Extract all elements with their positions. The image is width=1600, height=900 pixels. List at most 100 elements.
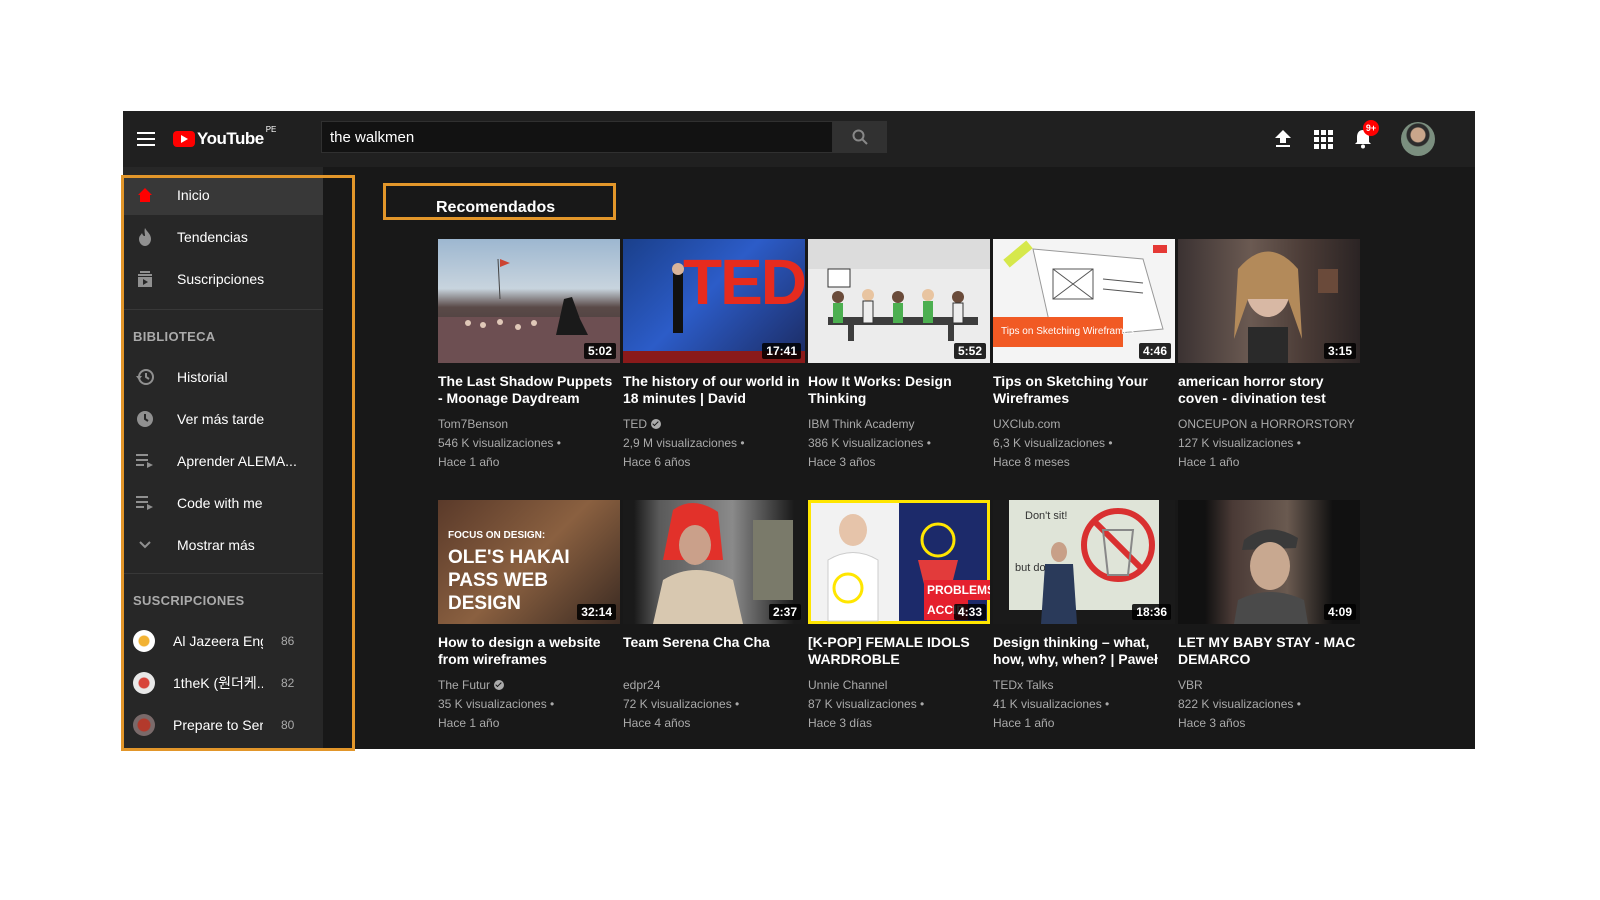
- video-title[interactable]: LET MY BABY STAY - MAC DEMARCO: [1178, 634, 1360, 668]
- video-duration: 4:46: [1138, 343, 1171, 359]
- video-duration: 3:15: [1323, 343, 1356, 359]
- subscription-channel[interactable]: Prepare to Ser... 80: [123, 705, 323, 745]
- view-count: 6,3 K visualizaciones •: [993, 436, 1113, 450]
- video-card[interactable]: Don't sit! but do 18:36 Design thinking …: [993, 500, 1175, 733]
- view-count: 72 K visualizaciones •: [623, 697, 740, 711]
- upload-age: Hace 1 año: [438, 455, 500, 469]
- view-count: 87 K visualizaciones •: [808, 697, 925, 711]
- video-title[interactable]: Tips on Sketching Your Wireframes: [993, 373, 1175, 407]
- video-title[interactable]: The Last Shadow Puppets - Moonage Daydre…: [438, 373, 620, 407]
- channel-avatar: [133, 630, 155, 652]
- sidebar-item-suscripciones[interactable]: Suscripciones: [123, 259, 323, 299]
- notifications-button[interactable]: 9+: [1351, 120, 1379, 151]
- channel-name[interactable]: Tom7Benson: [438, 415, 620, 434]
- sidebar-item-historial[interactable]: Historial: [123, 357, 323, 397]
- video-duration: 18:36: [1132, 604, 1171, 620]
- subscription-channel[interactable]: Al Jazeera Eng... 86: [123, 621, 323, 661]
- channel-name[interactable]: ONCEUPON a HORRORSTORY: [1178, 415, 1360, 434]
- video-thumbnail[interactable]: 5:02: [438, 239, 620, 363]
- user-avatar[interactable]: [1401, 122, 1435, 156]
- video-meta: Unnie Channel 87 K visualizaciones • Hac…: [808, 676, 990, 733]
- video-meta: ONCEUPON a HORRORSTORY 127 K visualizaci…: [1178, 415, 1360, 472]
- sidebar: Inicio Tendencias Suscripciones BIBLIOTE…: [123, 167, 323, 749]
- video-thumbnail[interactable]: 3:15: [1178, 239, 1360, 363]
- channel-name[interactable]: IBM Think Academy: [808, 415, 990, 434]
- video-thumbnail[interactable]: Tips on Sketching Wireframes 4:46: [993, 239, 1175, 363]
- verified-check-icon: [494, 680, 505, 690]
- country-code: PE: [265, 125, 277, 134]
- home-icon: [135, 185, 155, 205]
- search-button[interactable]: [833, 121, 887, 153]
- video-title[interactable]: [K-POP] FEMALE IDOLS WARDROBLE MALFUNCTI…: [808, 634, 990, 668]
- thumbnail-banner: Tips on Sketching Wireframes: [993, 317, 1134, 347]
- video-card[interactable]: 2:37 Team Serena Cha Cha edpr24 72 K vis…: [623, 500, 805, 733]
- sidebar-item-label: Ver más tarde: [177, 411, 265, 427]
- video-thumbnail[interactable]: PROBLEMS ACCID 4:33: [808, 500, 990, 624]
- clock-icon: [135, 409, 155, 429]
- sidebar-divider: [123, 573, 323, 574]
- video-thumbnail[interactable]: Don't sit! but do 18:36: [993, 500, 1175, 624]
- video-card[interactable]: 5:02 The Last Shadow Puppets - Moonage D…: [438, 239, 620, 472]
- video-card[interactable]: FOCUS ON DESIGN: OLE'S HAKAI PASS WEB DE…: [438, 500, 620, 733]
- channel-name[interactable]: TED: [623, 415, 805, 434]
- video-duration: 5:52: [953, 343, 986, 359]
- sidebar-item-playlist-aprender[interactable]: Aprender ALEMA...: [123, 441, 323, 481]
- video-card[interactable]: PROBLEMS ACCID 4:33 [K-POP] FEMALE IDOLS…: [808, 500, 990, 733]
- view-count: 822 K visualizaciones •: [1178, 697, 1301, 711]
- video-thumbnail[interactable]: TED 17:41: [623, 239, 805, 363]
- video-meta: IBM Think Academy 386 K visualizaciones …: [808, 415, 990, 472]
- video-card[interactable]: 3:15 american horror story coven - divin…: [1178, 239, 1360, 472]
- search-box[interactable]: [321, 121, 833, 153]
- channel-name[interactable]: VBR: [1178, 676, 1360, 695]
- search-input[interactable]: [322, 122, 832, 152]
- video-title[interactable]: Design thinking – what, how, why, when? …: [993, 634, 1175, 668]
- video-thumbnail[interactable]: 5:52: [808, 239, 990, 363]
- upload-age: Hace 3 días: [808, 716, 873, 730]
- sidebar-item-label: Suscripciones: [177, 271, 265, 287]
- sidebar-item-playlist-code[interactable]: Code with me: [123, 483, 323, 523]
- video-card[interactable]: Tips on Sketching Wireframes 4:46 Tips o…: [993, 239, 1175, 472]
- channel-name[interactable]: The Futur: [438, 676, 620, 695]
- video-title[interactable]: american horror story coven - divination…: [1178, 373, 1360, 407]
- upload-button[interactable]: [1271, 127, 1295, 151]
- channel-name[interactable]: Unnie Channel: [808, 676, 990, 695]
- view-count: 386 K visualizaciones •: [808, 436, 931, 450]
- video-title[interactable]: How It Works: Design Thinking: [808, 373, 990, 407]
- channel-name[interactable]: edpr24: [623, 676, 805, 695]
- video-card[interactable]: TED 17:41 The history of our world in 18…: [623, 239, 805, 472]
- verified-check-icon: [651, 419, 661, 429]
- upload-age: Hace 6 años: [623, 455, 691, 469]
- sidebar-item-mostrar-mas[interactable]: Mostrar más: [123, 525, 323, 565]
- sidebar-item-label: Inicio: [177, 187, 210, 203]
- subscription-channel[interactable]: 1theK (원더케... 82: [123, 663, 323, 703]
- video-title[interactable]: How to design a website from wireframes: [438, 634, 620, 668]
- sidebar-divider: [123, 309, 323, 310]
- new-video-count: 86: [281, 634, 295, 648]
- upload-age: Hace 1 año: [993, 716, 1055, 730]
- video-duration: 4:33: [953, 604, 986, 620]
- chevron-down-icon: [135, 535, 155, 555]
- channel-name-text: TED: [623, 417, 647, 431]
- flame-icon: [135, 227, 155, 247]
- channel-name[interactable]: UXClub.com: [993, 415, 1175, 434]
- apps-button[interactable]: [1311, 127, 1335, 151]
- sidebar-item-label: Historial: [177, 369, 228, 385]
- video-duration: 4:09: [1323, 604, 1356, 620]
- video-card[interactable]: 4:09 LET MY BABY STAY - MAC DEMARCO VBR …: [1178, 500, 1360, 733]
- video-title[interactable]: Team Serena Cha Cha: [623, 634, 805, 668]
- sidebar-item-tendencias[interactable]: Tendencias: [123, 217, 323, 257]
- video-card[interactable]: 5:52 How It Works: Design Thinking IBM T…: [808, 239, 990, 472]
- video-meta: edpr24 72 K visualizaciones • Hace 4 año…: [623, 676, 805, 733]
- youtube-logo[interactable]: YouTube PE: [173, 125, 277, 151]
- hamburger-menu-icon[interactable]: [131, 124, 161, 154]
- channel-name[interactable]: TEDx Talks: [993, 676, 1175, 695]
- video-duration: 2:37: [768, 604, 801, 620]
- sidebar-item-ver-mas-tarde[interactable]: Ver más tarde: [123, 399, 323, 439]
- video-thumbnail[interactable]: FOCUS ON DESIGN: OLE'S HAKAI PASS WEB DE…: [438, 500, 620, 624]
- sidebar-item-inicio[interactable]: Inicio: [123, 175, 323, 215]
- video-thumbnail[interactable]: 2:37: [623, 500, 805, 624]
- video-title[interactable]: The history of our world in 18 minutes |…: [623, 373, 805, 407]
- view-count: 2,9 M visualizaciones •: [623, 436, 745, 450]
- view-count: 41 K visualizaciones •: [993, 697, 1110, 711]
- video-thumbnail[interactable]: 4:09: [1178, 500, 1360, 624]
